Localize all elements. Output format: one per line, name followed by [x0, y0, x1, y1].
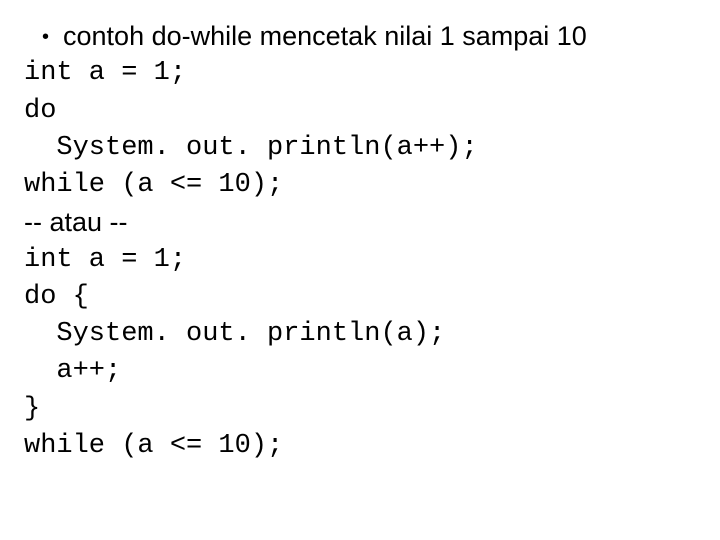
code-line: int a = 1; [24, 55, 696, 92]
code-line: while (a <= 10); [24, 167, 696, 204]
code-line: System. out. println(a++); [24, 130, 696, 167]
code-line: do { [24, 279, 696, 316]
code-line: System. out. println(a); [24, 316, 696, 353]
bullet-item: • contoh do-while mencetak nilai 1 sampa… [24, 18, 696, 55]
code-line: do [24, 93, 696, 130]
separator-text: -- atau -- [24, 204, 696, 241]
code-line: a++; [24, 353, 696, 390]
bullet-marker: • [42, 27, 49, 47]
code-line: } [24, 391, 696, 428]
code-line: while (a <= 10); [24, 428, 696, 465]
bullet-text: contoh do-while mencetak nilai 1 sampai … [63, 18, 587, 55]
code-line: int a = 1; [24, 242, 696, 279]
